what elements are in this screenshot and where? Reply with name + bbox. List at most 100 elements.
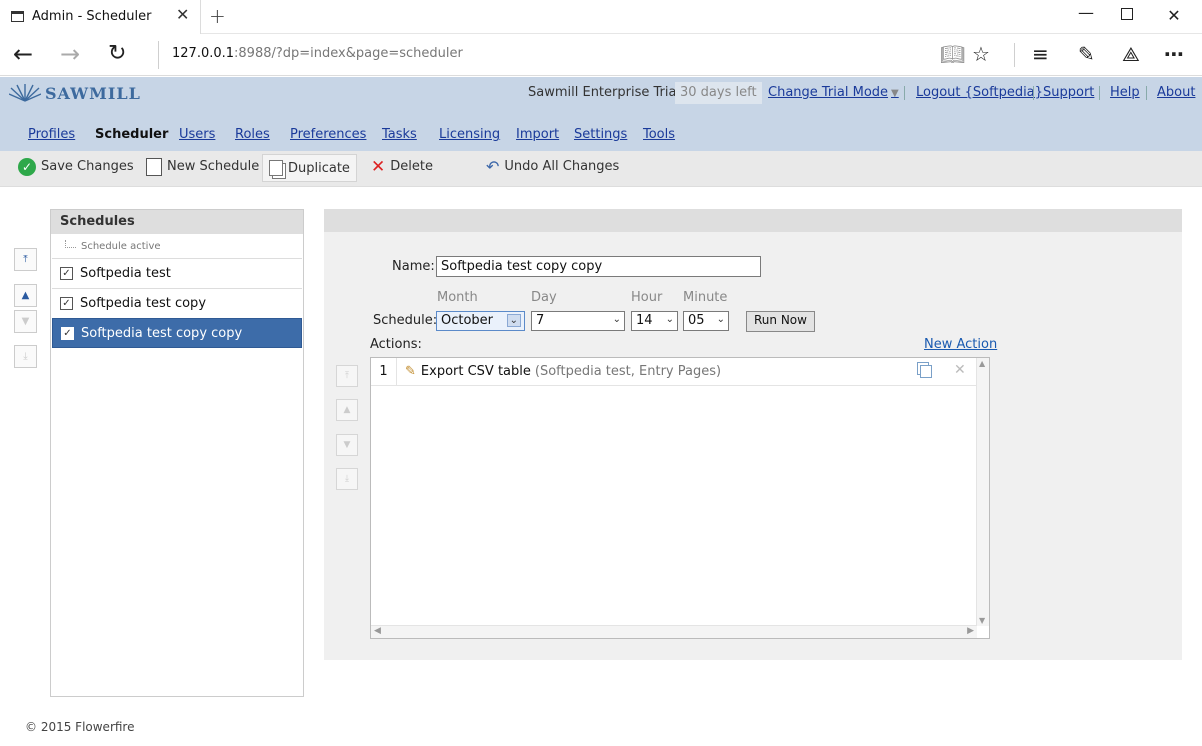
chevron-down-icon: ⌄ (612, 314, 621, 325)
scroll-right-icon[interactable]: ▶ (967, 626, 974, 636)
month-select-value: October (441, 313, 494, 328)
nav-profiles[interactable]: Profiles (28, 127, 75, 142)
new-schedule-button[interactable]: New Schedule (140, 151, 265, 182)
scroll-left-icon[interactable]: ◀ (374, 626, 381, 636)
support-link[interactable]: Support (1043, 85, 1094, 100)
back-arrow-icon[interactable]: ← (13, 42, 33, 66)
hour-select[interactable]: 14 ⌄ (631, 311, 678, 331)
move-action-bottom-button[interactable]: ⤓ (336, 468, 358, 490)
browser-address-bar: ← → ↻ 127.0.0.1:8988/?dp=index&page=sche… (0, 35, 1202, 76)
minimize-icon[interactable]: — (1076, 3, 1096, 22)
reading-view-icon[interactable]: 📖︎ (940, 42, 965, 66)
maximize-icon[interactable] (1121, 8, 1133, 20)
schedule-item[interactable]: ✓ Softpedia test copy (52, 288, 302, 318)
help-link[interactable]: Help (1110, 85, 1140, 100)
save-changes-label: Save Changes (41, 159, 134, 174)
schedule-item-label: Softpedia test copy copy (81, 325, 243, 341)
schedule-active-checkbox[interactable]: ✓ (60, 267, 73, 280)
move-schedule-bottom-button[interactable]: ⤓ (14, 345, 37, 368)
schedule-item[interactable]: ✓ Softpedia test (52, 258, 302, 288)
month-select[interactable]: October ⌄ (436, 311, 525, 331)
run-now-button[interactable]: Run Now (746, 311, 815, 332)
undo-all-label: Undo All Changes (504, 159, 620, 174)
minute-select[interactable]: 05 ⌄ (683, 311, 729, 331)
action-row[interactable]: 1 ✎ Export CSV table (Softpedia test, En… (371, 357, 977, 386)
nav-settings[interactable]: Settings (574, 127, 627, 142)
url-path: :8988/?dp=index&page=scheduler (234, 46, 463, 61)
url-host: 127.0.0.1 (172, 46, 235, 61)
more-icon[interactable]: ⋯ (1164, 42, 1184, 66)
schedule-item-selected[interactable]: ✓ Softpedia test copy copy (52, 318, 302, 348)
nav-tools[interactable]: Tools (643, 127, 675, 142)
move-schedule-down-button[interactable]: ▼ (14, 310, 37, 333)
move-action-down-button[interactable]: ▼ (336, 434, 358, 456)
action-toolbar: ✓ Save Changes New Schedule Duplicate ✕ … (0, 151, 1202, 187)
nav-tasks[interactable]: Tasks (382, 127, 417, 142)
new-action-link[interactable]: New Action (924, 337, 997, 352)
actions-label: Actions: (370, 337, 422, 352)
trial-label: Sawmill Enterprise Trial (528, 85, 681, 100)
move-schedule-up-button[interactable]: ▲ (14, 284, 37, 307)
delete-x-icon: ✕ (371, 156, 386, 177)
delete-button[interactable]: ✕ Delete (365, 151, 439, 182)
nav-roles[interactable]: Roles (235, 127, 270, 142)
horizontal-scrollbar[interactable]: ◀ ▶ (371, 625, 977, 638)
day-select[interactable]: 7 ⌄ (531, 311, 625, 331)
move-action-up-button[interactable]: ▲ (336, 399, 358, 421)
hub-icon[interactable]: ≡ (1032, 42, 1049, 66)
move-action-top-button[interactable]: ⤒ (336, 365, 358, 387)
header-divider (1146, 86, 1147, 100)
window-close-icon[interactable]: ✕ (1164, 6, 1184, 25)
copy-action-icon[interactable] (920, 365, 932, 378)
undo-icon: ↶ (486, 157, 500, 176)
schedule-name-input[interactable] (436, 256, 761, 277)
new-schedule-label: New Schedule (167, 159, 260, 174)
vertical-scrollbar[interactable]: ▲ ▼ (976, 358, 989, 626)
about-link[interactable]: About (1157, 85, 1195, 100)
schedule-active-hint: Schedule active (65, 240, 161, 252)
minute-label: Minute (683, 290, 728, 305)
tab-title: Admin - Scheduler (32, 9, 152, 24)
action-number: 1 (371, 357, 397, 386)
day-label: Day (531, 290, 557, 305)
logout-link[interactable]: Logout {Softpedia} (916, 85, 1043, 100)
nav-import[interactable]: Import (516, 127, 559, 142)
new-tab-icon[interactable]: + (209, 4, 226, 28)
url-field[interactable]: 127.0.0.1:8988/?dp=index&page=scheduler (172, 46, 463, 61)
nav-preferences[interactable]: Preferences (290, 127, 366, 142)
schedule-active-checkbox[interactable]: ✓ (60, 297, 73, 310)
change-trial-mode-label: Change Trial Mode (768, 85, 889, 100)
schedules-title: Schedules (51, 210, 303, 234)
web-note-icon[interactable]: ✎ (1078, 42, 1095, 66)
header-divider (1033, 86, 1034, 100)
new-schedule-icon (146, 157, 162, 176)
scroll-down-icon[interactable]: ▼ (979, 616, 985, 625)
nav-licensing[interactable]: Licensing (439, 127, 500, 142)
month-label: Month (437, 290, 478, 305)
schedule-item-label: Softpedia test (80, 266, 171, 281)
move-schedule-top-button[interactable]: ⤒ (14, 248, 37, 271)
sawmill-logo-icon (9, 84, 41, 102)
chevron-down-icon: ⌄ (716, 314, 725, 325)
change-trial-mode-link[interactable]: Change Trial Mode ▼ (768, 85, 899, 100)
browser-tab[interactable]: Admin - Scheduler ✕ (0, 0, 201, 34)
detail-header-bar (324, 209, 1182, 232)
nav-users[interactable]: Users (179, 127, 215, 142)
tab-close-icon[interactable]: ✕ (176, 5, 189, 24)
duplicate-button[interactable]: Duplicate (262, 154, 357, 182)
undo-all-changes-button[interactable]: ↶ Undo All Changes (480, 151, 625, 182)
remove-action-icon[interactable]: ✕ (954, 362, 966, 378)
pencil-icon[interactable]: ✎ (405, 364, 416, 379)
scroll-up-icon[interactable]: ▲ (979, 359, 985, 368)
action-detail: (Softpedia test, Entry Pages) (534, 364, 722, 379)
nav-scheduler[interactable]: Scheduler (95, 127, 168, 142)
schedule-active-checkbox[interactable]: ✓ (61, 326, 74, 340)
save-changes-button[interactable]: ✓ Save Changes (12, 151, 140, 182)
favorite-star-icon[interactable]: ☆ (972, 42, 990, 66)
forward-arrow-icon[interactable]: → (60, 42, 80, 66)
footer-copyright: © 2015 Flowerfire (25, 720, 135, 734)
toolbar-divider (1014, 43, 1015, 67)
schedule-label: Schedule: (373, 313, 438, 328)
refresh-icon[interactable]: ↻ (108, 42, 126, 66)
share-icon[interactable]: ⟁ (1122, 42, 1140, 66)
